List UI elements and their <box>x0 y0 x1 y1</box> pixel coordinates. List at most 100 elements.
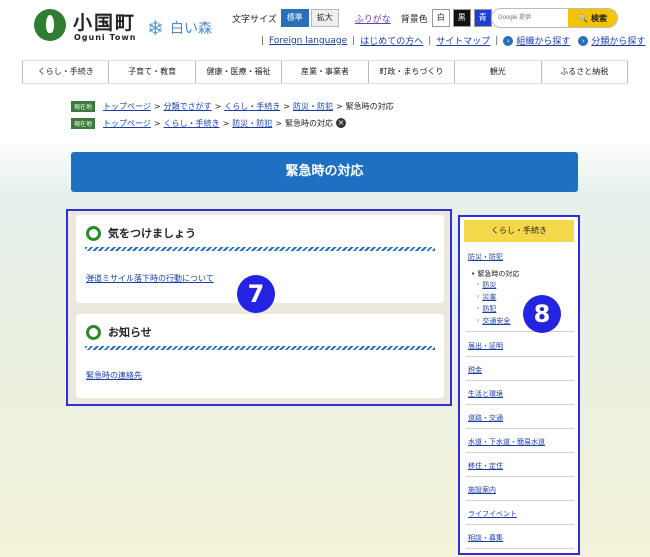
close-icon[interactable]: × <box>335 118 346 128</box>
breadcrumb-link[interactable]: 防災・防犯 <box>293 101 333 112</box>
breadcrumb-link[interactable]: トップページ <box>103 118 151 129</box>
divider <box>466 428 574 429</box>
nav-item-hometown-tax[interactable]: ふるさと納税 <box>540 61 628 83</box>
breadcrumb: 現在地 トップページ > くらし・手続き > 防災・防犯 > 緊急時の対応 × <box>71 117 346 129</box>
sidebar-subitem: ◦ 防犯 <box>476 305 497 313</box>
font-size-large-button[interactable]: 拡大 <box>310 9 339 27</box>
bg-white-button[interactable]: 白 <box>431 9 450 27</box>
nav-item-administration[interactable]: 町政・まちづくり <box>367 61 454 83</box>
striped-divider <box>85 247 435 251</box>
sidebar-item-disaster-prevention[interactable]: 防災・防犯 <box>468 252 503 262</box>
furigana-link[interactable]: ふりがな <box>355 12 391 25</box>
sidebar-item[interactable]: ライフイベント <box>468 509 517 519</box>
sidebar-subitem-link[interactable]: 災害 <box>482 293 496 301</box>
sidebar-subitem-link[interactable]: 交通安全 <box>482 317 510 325</box>
divider: | <box>495 35 499 46</box>
sidebar-subitem: ◦ 災害 <box>476 293 497 301</box>
sidebar-heading[interactable]: くらし・手続き <box>464 220 574 242</box>
site-header: 小国町 Oguni Town ❄ 白い森 文字サイズ 標準 拡大 ふりがな 背景… <box>0 0 650 60</box>
sidebar-item[interactable]: 移住・定住 <box>468 461 503 471</box>
find-by-category-link[interactable]: 分類から探す <box>591 34 645 47</box>
divider: | <box>428 35 432 46</box>
breadcrumb-link[interactable]: 防災・防犯 <box>232 118 272 129</box>
nav-item-health[interactable]: 健康・医療・福祉 <box>194 61 281 83</box>
breadcrumb-separator-icon: > <box>214 101 222 111</box>
divider <box>466 404 574 405</box>
nav-item-tourism[interactable]: 観光 <box>454 61 540 83</box>
divider: | <box>352 35 356 46</box>
font-size-standard-button[interactable]: 標準 <box>280 9 309 27</box>
divider <box>466 476 574 477</box>
bg-blue-button[interactable]: 青 <box>473 9 492 27</box>
nav-item-living[interactable]: くらし・手続き <box>22 61 108 83</box>
town-emblem-icon[interactable] <box>34 9 66 41</box>
sidebar-item[interactable]: 施設案内 <box>468 485 496 495</box>
snowflake-icon: ❄ <box>147 16 164 40</box>
sidebar-item[interactable]: 相談・募集 <box>468 533 503 543</box>
search-input[interactable] <box>492 9 568 27</box>
site-search: 🔍 検索 <box>491 8 618 28</box>
missile-action-link[interactable]: 弾道ミサイル落下時の行動について <box>86 273 214 284</box>
section-card: お知らせ 緊急時の連絡先 <box>76 314 444 398</box>
divider <box>466 380 574 381</box>
nav-item-childcare[interactable]: 子育て・教育 <box>108 61 194 83</box>
emergency-contact-link[interactable]: 緊急時の連絡先 <box>86 370 142 381</box>
sidebar-subitem: ◦ 防災 <box>476 281 497 289</box>
site-logo-subtext: Oguni Town <box>74 33 137 42</box>
font-size-label: 文字サイズ <box>232 14 277 25</box>
breadcrumb-separator-icon: > <box>153 101 161 111</box>
sidebar-item[interactable]: 生活と環境 <box>468 389 503 399</box>
sidebar-current-label: 緊急時の対応 <box>477 270 520 278</box>
find-by-organization-link[interactable]: 組織から探す <box>516 34 570 47</box>
circle-bullet-icon <box>86 225 101 241</box>
circle-bullet-icon <box>86 324 101 340</box>
divider <box>466 548 574 549</box>
breadcrumb-link[interactable]: くらし・手続き <box>164 118 220 129</box>
breadcrumb-tag: 現在地 <box>71 117 96 129</box>
divider <box>466 331 574 332</box>
breadcrumb-separator-icon: > <box>222 118 230 128</box>
breadcrumb-current: 緊急時の対応 <box>284 118 333 128</box>
foreign-language-link[interactable]: Foreign language <box>269 36 347 46</box>
breadcrumb-tag: 現在地 <box>71 100 96 112</box>
sidebar-item[interactable]: 水道・下水道・簡易水道 <box>468 437 545 447</box>
divider <box>466 452 574 453</box>
annotation-badge-8: 8 <box>523 295 561 333</box>
striped-divider <box>85 346 435 350</box>
site-logo-text[interactable]: 小国町 <box>73 8 136 35</box>
annotation-badge-7: 7 <box>237 275 275 313</box>
sidebar-subitem: ◦ 交通安全 <box>476 317 511 325</box>
sidebar-item[interactable]: 届出・証明 <box>468 341 503 351</box>
accessibility-controls: 文字サイズ 標準 拡大 ふりがな 背景色 白 黒 青 <box>232 9 495 27</box>
page-title: 緊急時の対応 <box>71 152 578 192</box>
divider <box>466 356 574 357</box>
utility-links: | Foreign language | はじめての方へ | サイトマップ | … <box>256 34 645 47</box>
sidebar-subitem-link[interactable]: 防災 <box>482 281 496 289</box>
search-button[interactable]: 🔍 検索 <box>568 9 617 27</box>
divider <box>466 524 574 525</box>
first-visit-link[interactable]: はじめての方へ <box>360 34 423 47</box>
breadcrumb-separator-icon: > <box>153 118 161 128</box>
breadcrumb-link[interactable]: トップページ <box>103 101 151 112</box>
background-color-label: 背景色 <box>400 14 428 25</box>
sidebar: くらし・手続き 防災・防犯 • 緊急時の対応 ◦ 防災 ◦ 災害 ◦ 防犯 ◦ … <box>458 215 580 555</box>
breadcrumb: 現在地 トップページ > 分類でさがす > くらし・手続き > 防災・防犯 > … <box>71 100 394 112</box>
sidebar-subitem-link[interactable]: 防犯 <box>482 305 496 313</box>
section-heading: 気をつけましょう <box>86 225 196 241</box>
section-heading-text: お知らせ <box>108 326 152 339</box>
breadcrumb-link[interactable]: 分類でさがす <box>164 101 212 112</box>
nav-item-industry[interactable]: 産業・事業者 <box>281 61 367 83</box>
breadcrumb-separator-icon: > <box>283 101 290 111</box>
section-heading: お知らせ <box>86 324 152 340</box>
chevron-right-icon: › <box>578 35 589 46</box>
divider <box>466 500 574 501</box>
sidebar-current-item: • 緊急時の対応 <box>471 270 520 278</box>
bg-black-button[interactable]: 黒 <box>452 9 471 27</box>
breadcrumb-link[interactable]: くらし・手続き <box>224 101 280 112</box>
sitemap-link[interactable]: サイトマップ <box>436 34 490 47</box>
sidebar-item[interactable]: 税金 <box>468 365 482 375</box>
breadcrumb-current: 緊急時の対応 <box>345 101 394 111</box>
search-icon: 🔍 <box>578 13 588 23</box>
divider: | <box>261 35 265 46</box>
sidebar-item[interactable]: 道路・交通 <box>468 413 503 423</box>
